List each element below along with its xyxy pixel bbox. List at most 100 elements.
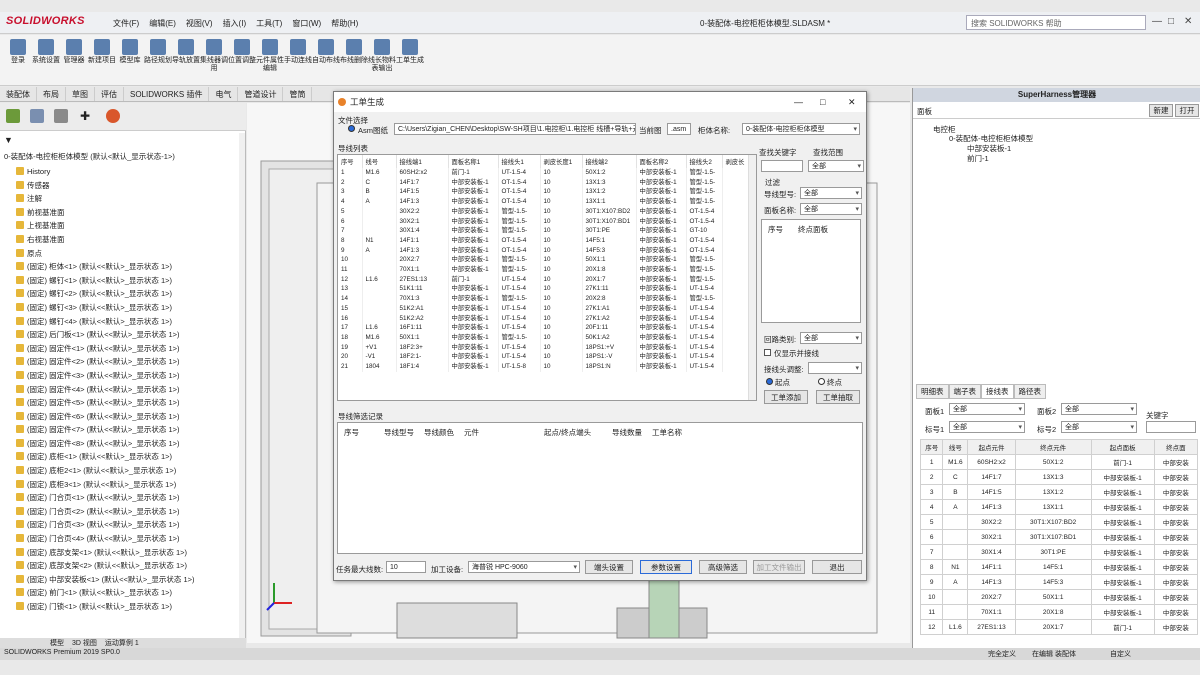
- max-wires-spinner[interactable]: 10: [386, 561, 426, 573]
- wiring-row[interactable]: 12 L1.6 27ES1:13 20X1:7 前门-1 中部安装: [919, 619, 1199, 635]
- command-tab[interactable]: 草图: [66, 87, 95, 101]
- wiring-row[interactable]: 2 C 14F1:7 13X1:3 中部安装板-1 中部安装: [919, 469, 1199, 485]
- tree-item[interactable]: (固定) 螺钉<2> (默认<<默认>_显示状态 1>): [0, 287, 240, 301]
- wiring-column-header[interactable]: 线号: [942, 439, 969, 455]
- tree-item[interactable]: 原点: [0, 247, 240, 261]
- tree-item[interactable]: (固定) 固定件<1> (默认<<默认>_显示状态 1>): [0, 342, 240, 356]
- menu-item[interactable]: 帮助(H): [331, 18, 358, 29]
- wiring-column-header[interactable]: 终点元件: [1014, 439, 1092, 455]
- dialog-close-icon[interactable]: ✕: [848, 92, 856, 112]
- advanced-filter-button[interactable]: 高级筛选: [699, 560, 747, 574]
- model-tab[interactable]: 运动算例 1: [105, 638, 139, 648]
- record-column-header[interactable]: 导线数量: [612, 427, 642, 438]
- ribbon-button[interactable]: 位置调整: [228, 39, 256, 65]
- wirelist-column-header[interactable]: 接线头2: [686, 155, 723, 168]
- ribbon-button[interactable]: 手动连线: [284, 39, 312, 65]
- current-drawing-button[interactable]: 当前图: [639, 125, 662, 136]
- wirelist-row[interactable]: 18 M1.6 50X1:1 中部安装板-1 管型-1.5- 10 50K1:A2 中部安装板…: [338, 332, 749, 343]
- wiring-column-header[interactable]: 起点面板: [1090, 439, 1155, 455]
- tree-item[interactable]: (固定) 固定件<5> (默认<<默认>_显示状态 1>): [0, 396, 240, 410]
- wirelist-row[interactable]: 10 20X2:7 中部安装板-1 管型-1.5- 10 50X1:1 中部安装板-1 管型-…: [338, 255, 749, 266]
- record-grid[interactable]: 序号 导线型号 导线颜色 元件 起点/终点端头 导线数量 工单名称: [337, 422, 863, 554]
- wiring-row[interactable]: 1 M1.6 60SH2:x2 50X1:2 前门-1 中部安装: [919, 454, 1199, 470]
- wirelist-row[interactable]: 21 1804 18F1:4 中部安装板-1 UT-1.5-8 10 18PS1:N 中部安装…: [338, 362, 749, 372]
- wirelist-row[interactable]: 8 N1 14F1:1 中部安装板-1 OT-1.5-4 10 14F5:1 中部安装板-1 O…: [338, 235, 749, 246]
- tree-item[interactable]: (固定) 螺钉<1> (默认<<默认>_显示状态 1>): [0, 274, 240, 288]
- tag1-select[interactable]: 全部: [949, 421, 1025, 433]
- ribbon-button[interactable]: 模型库: [116, 39, 144, 65]
- wiring-row[interactable]: 11 70X1:1 20X1:8 中部安装板-1 中部安装: [919, 604, 1199, 620]
- tree-item[interactable]: (固定) 底柜3<1> (默认<<默认>_显示状态 1>): [0, 478, 240, 492]
- tree-item[interactable]: (固定) 底部支架<2> (默认<<默认>_显示状态 1>): [0, 559, 240, 573]
- model-tab[interactable]: 3D 视图: [72, 638, 97, 648]
- menu-item[interactable]: 视图(V): [186, 18, 213, 29]
- wirelist-row[interactable]: 7 30X1:4 中部安装板-1 管型-1.5- 10 30T1:PE 中部安装板-1 GT-…: [338, 226, 749, 236]
- feature-tree-icon[interactable]: [6, 109, 20, 123]
- ribbon-button[interactable]: 管理器: [60, 39, 88, 65]
- display-manager-icon[interactable]: [106, 109, 120, 123]
- record-column-header[interactable]: 工单名称: [652, 427, 682, 438]
- tree-item[interactable]: (固定) 底部支架<1> (默认<<默认>_显示状态 1>): [0, 546, 240, 560]
- panel1-select[interactable]: 全部: [949, 403, 1025, 415]
- menu-item[interactable]: 插入(I): [223, 18, 247, 29]
- dialog-maximize-icon[interactable]: □: [820, 92, 825, 112]
- wirelist-column-header[interactable]: 序号: [338, 155, 363, 168]
- panel-name-select[interactable]: 全部: [800, 203, 862, 215]
- command-tab[interactable]: 布局: [37, 87, 66, 101]
- wirelist-row[interactable]: 14 70X1:3 中部安装板-1 管型-1.5- 10 20X2:8 中部安装板-1 管型-…: [338, 294, 749, 304]
- tree-item[interactable]: (固定) 固定件<6> (默认<<默认>_显示状态 1>): [0, 410, 240, 424]
- wirelist-row[interactable]: 16 51K2:A2 中部安装板-1 UT-1.5-4 10 27K1:A2 中部安装板-1…: [338, 313, 749, 324]
- tree-item[interactable]: History: [0, 165, 240, 179]
- harness-tree-panel-2[interactable]: 前门-1: [967, 153, 989, 164]
- command-tab[interactable]: 管道设计: [238, 87, 284, 101]
- tree-item[interactable]: (固定) 底柜<1> (默认<<默认>_显示状态 1>): [0, 450, 240, 464]
- tree-item[interactable]: (固定) 前门<1> (默认<<默认>_显示状态 1>): [0, 586, 240, 600]
- tab-terminal[interactable]: 端子表: [948, 384, 981, 399]
- wirelist-column-header[interactable]: 接线端2: [582, 155, 637, 168]
- tree-item[interactable]: (固定) 中部安装板<1> (默认<<默认>_显示状态 1>): [0, 573, 240, 587]
- tree-item[interactable]: (固定) 固定件<4> (默认<<默认>_显示状态 1>): [0, 383, 240, 397]
- tree-item[interactable]: (固定) 固定件<8> (默认<<默认>_显示状态 1>): [0, 437, 240, 451]
- ribbon-button[interactable]: 新建项目: [88, 39, 116, 65]
- wirelist-column-header[interactable]: 接线头1: [498, 155, 541, 168]
- menu-item[interactable]: 工具(T): [256, 18, 282, 29]
- add-order-button[interactable]: 工单添加: [764, 390, 808, 404]
- record-column-header[interactable]: 起点/终点端头: [544, 427, 591, 438]
- tree-item[interactable]: 注解: [0, 192, 240, 206]
- cabinet-name-select[interactable]: 0-装配体-电控柜柜体模型: [742, 123, 860, 135]
- wirelist-column-header[interactable]: 剥皮长: [722, 155, 749, 168]
- only-parallel-checkbox[interactable]: [764, 349, 771, 356]
- wirelist-row[interactable]: 15 51K2:A1 中部安装板-1 UT-1.5-4 10 27K1:A1 中部安装板-1…: [338, 303, 749, 314]
- end-radio[interactable]: [818, 378, 825, 385]
- wirelist-row[interactable]: 11 70X1:1 中部安装板-1 管型-1.5- 10 20X1:8 中部安装板-1 管型-…: [338, 265, 749, 275]
- tree-item[interactable]: (固定) 螺钉<3> (默认<<默认>_显示状态 1>): [0, 301, 240, 315]
- file-ext-input[interactable]: .asm: [667, 123, 691, 135]
- tree-root[interactable]: 0-装配体-电控柜柜体模型 (默认<默认_显示状态-1>): [0, 150, 245, 164]
- open-button[interactable]: 打开: [1175, 104, 1199, 117]
- wirelist-row[interactable]: 9 A 14F1:3 中部安装板-1 OT-1.5-4 10 14F5:3 中部安装板-1 OT…: [338, 245, 749, 256]
- tree-item[interactable]: 上视基准面: [0, 219, 240, 233]
- command-tab[interactable]: SOLIDWORKS 插件: [124, 87, 210, 101]
- wirelist-scrollbar[interactable]: [748, 155, 756, 400]
- property-manager-icon[interactable]: [30, 109, 44, 123]
- wirelist-row[interactable]: 1 M1.6 60SH2:x2 前门-1 UT-1.5-4 10 50X1:2 中部安装板-1…: [338, 168, 749, 178]
- ribbon-button[interactable]: 布线删除: [340, 39, 368, 65]
- record-column-header[interactable]: 元件: [464, 427, 479, 438]
- wirelist-column-header[interactable]: 线号: [362, 155, 397, 168]
- wirelist-row[interactable]: 3 B 14F1:5 中部安装板-1 OT-1.5-4 10 13X1:2 中部安装板-1 管型…: [338, 187, 749, 198]
- wiring-column-header[interactable]: 起点元件: [967, 439, 1016, 455]
- tree-item[interactable]: (固定) 后门板<1> (默认<<默认>_显示状态 1>): [0, 328, 240, 342]
- ribbon-button[interactable]: 登录: [4, 39, 32, 65]
- tree-item[interactable]: (固定) 固定件<7> (默认<<默认>_显示状态 1>): [0, 423, 240, 437]
- wiring-row[interactable]: 3 B 14F1:5 13X1:2 中部安装板-1 中部安装: [919, 484, 1199, 500]
- wiring-row[interactable]: 4 A 14F1:3 13X1:1 中部安装板-1 中部安装: [919, 499, 1199, 515]
- tab-path[interactable]: 路径表: [1013, 384, 1046, 399]
- wirelist-row[interactable]: 6 30X2:1 中部安装板-1 管型-1.5- 10 30T1:X107:BD1 中部安装…: [338, 216, 749, 227]
- start-radio[interactable]: [766, 378, 773, 385]
- tree-item[interactable]: (固定) 门合页<2> (默认<<默认>_显示状态 1>): [0, 505, 240, 519]
- tree-item[interactable]: 右视基准面: [0, 233, 240, 247]
- ribbon-button[interactable]: 系统设置: [32, 39, 60, 65]
- tree-item[interactable]: (固定) 门合页<3> (默认<<默认>_显示状态 1>): [0, 518, 240, 532]
- command-tab[interactable]: 电气: [209, 87, 239, 101]
- ribbon-button[interactable]: 路径规划: [144, 39, 172, 65]
